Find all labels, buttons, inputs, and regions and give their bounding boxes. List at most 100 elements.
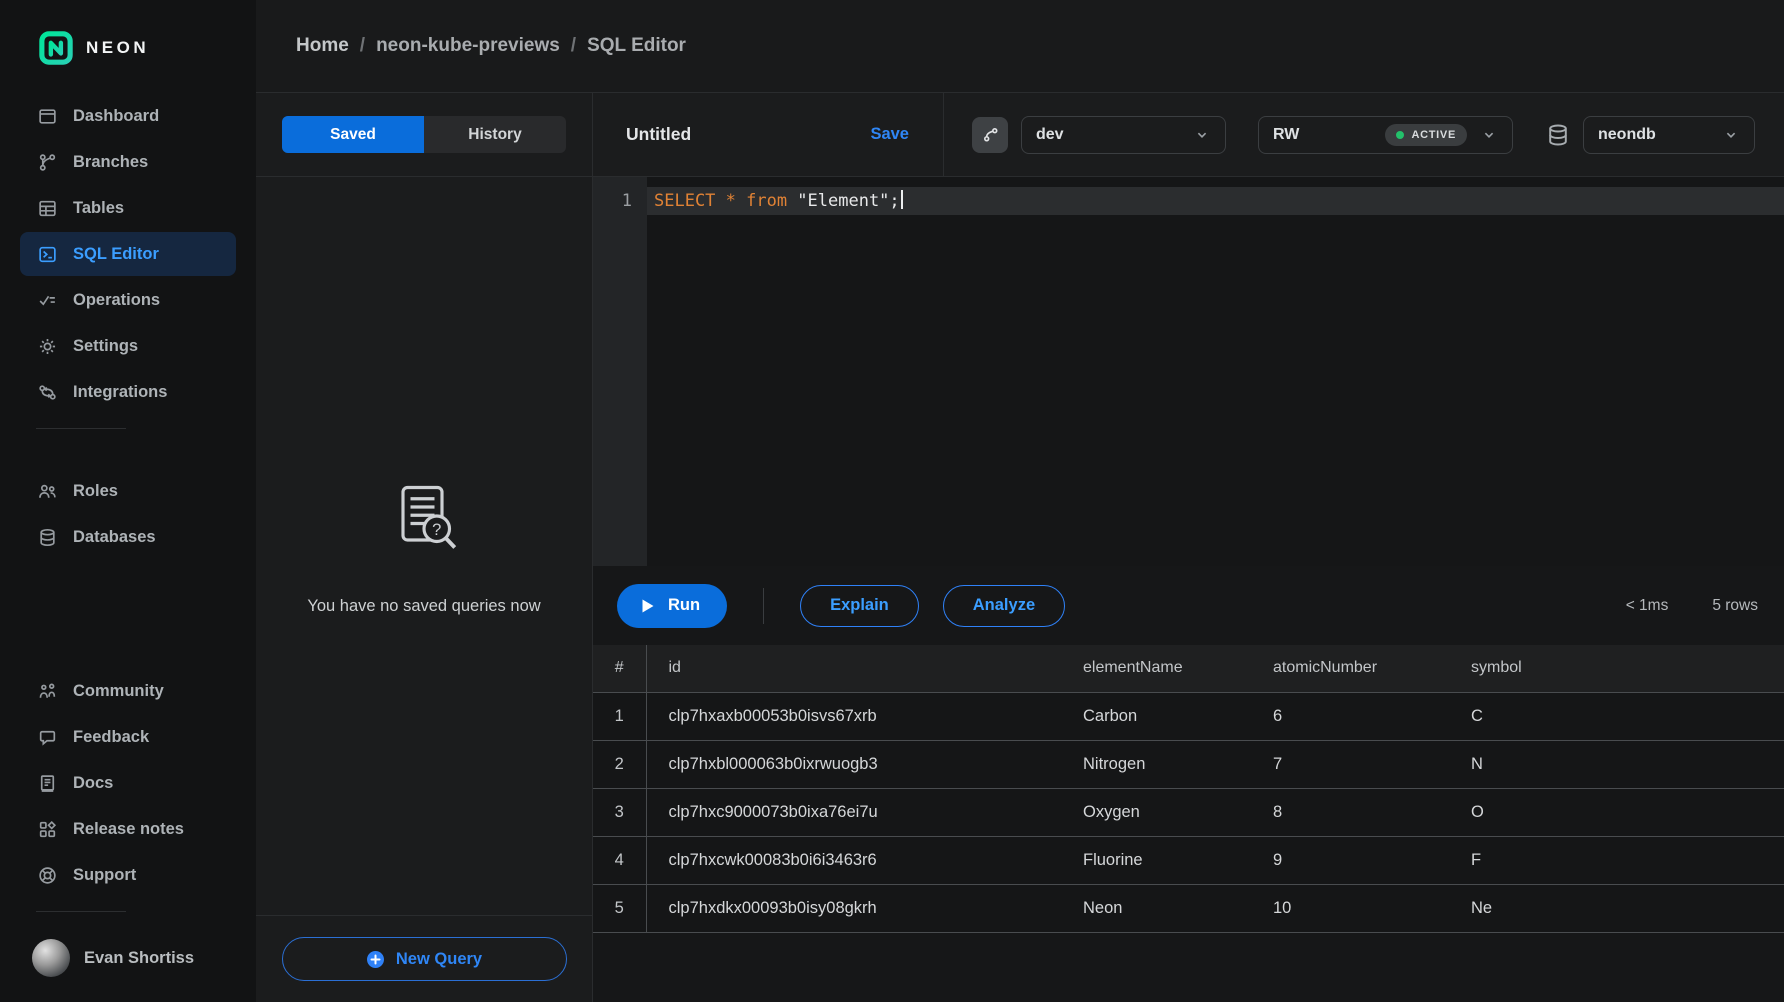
queries-panel-header: Saved History bbox=[256, 93, 592, 177]
queries-panel-footer: New Query bbox=[256, 915, 592, 1002]
table-cell: C bbox=[1449, 692, 1784, 740]
save-query-button[interactable]: Save bbox=[870, 125, 909, 144]
empty-queries-message: You have no saved queries now bbox=[307, 597, 540, 616]
query-title: Untitled bbox=[626, 124, 691, 145]
workspace: Saved History ? You have no bbox=[256, 93, 1784, 1002]
sql-string: "Element"; bbox=[797, 191, 899, 211]
operations-icon bbox=[37, 290, 58, 311]
sql-editor-surface[interactable]: 1 SELECT * from "Element"; bbox=[593, 177, 1784, 566]
sidebar-item-label: Databases bbox=[73, 528, 156, 547]
database-select[interactable]: neondb bbox=[1583, 116, 1755, 154]
table-cell: 5 bbox=[593, 884, 646, 932]
table-row: 2clp7hxbl000063b0ixrwuogb3Nitrogen7N bbox=[593, 740, 1784, 788]
empty-queries-icon: ? bbox=[382, 477, 466, 561]
status-label: ACTIVE bbox=[1411, 129, 1456, 141]
run-toolbar: Run Explain Analyze < 1ms 5 rows bbox=[593, 566, 1784, 645]
neon-logo-icon bbox=[38, 30, 74, 66]
breadcrumb-separator: / bbox=[571, 35, 576, 57]
sidebar-item-feedback[interactable]: Feedback bbox=[20, 715, 236, 759]
roles-icon bbox=[37, 481, 58, 502]
code-line: SELECT * from "Element"; bbox=[654, 187, 1784, 215]
sidebar-item-label: Dashboard bbox=[73, 107, 159, 126]
tab-saved[interactable]: Saved bbox=[282, 116, 424, 153]
sidebar-item-integrations[interactable]: Integrations bbox=[20, 370, 236, 414]
sidebar-item-label: Branches bbox=[73, 153, 148, 172]
column-header: # bbox=[593, 645, 646, 692]
breadcrumb-current-page: SQL Editor bbox=[587, 35, 686, 57]
databases-icon bbox=[37, 527, 58, 548]
text-cursor bbox=[901, 190, 903, 209]
avatar bbox=[32, 939, 70, 977]
results-body: 1clp7hxaxb00053b0isvs67xrbCarbon6C2clp7h… bbox=[593, 692, 1784, 932]
play-icon bbox=[640, 598, 655, 614]
sidebar-item-operations[interactable]: Operations bbox=[20, 278, 236, 322]
sidebar-item-settings[interactable]: Settings bbox=[20, 324, 236, 368]
sidebar-item-label: SQL Editor bbox=[73, 245, 159, 264]
queries-panel: Saved History ? You have no bbox=[256, 93, 593, 1002]
query-row-count: 5 rows bbox=[1712, 597, 1758, 615]
sidebar-item-community[interactable]: Community bbox=[20, 669, 236, 713]
sidebar-nav-secondary: Roles Databases bbox=[20, 469, 236, 561]
code-area[interactable]: SELECT * from "Element"; bbox=[647, 177, 1784, 566]
sidebar-item-tables[interactable]: Tables bbox=[20, 186, 236, 230]
table-cell: Nitrogen bbox=[1061, 740, 1251, 788]
explain-button[interactable]: Explain bbox=[800, 585, 919, 627]
queries-tabs: Saved History bbox=[282, 116, 566, 153]
database-select-value: neondb bbox=[1598, 126, 1656, 144]
sidebar-nav-footer: Community Feedback Docs Release notes Su… bbox=[20, 669, 236, 899]
branch-chip[interactable] bbox=[972, 117, 1008, 153]
sidebar-item-dashboard[interactable]: Dashboard bbox=[20, 94, 236, 138]
branch-select[interactable]: dev bbox=[1021, 116, 1226, 154]
topbar: Home / neon-kube-previews / SQL Editor bbox=[256, 0, 1784, 93]
brand[interactable]: NEON bbox=[0, 0, 256, 66]
gear-icon bbox=[37, 336, 58, 357]
table-cell: Neon bbox=[1061, 884, 1251, 932]
editor-header: Untitled Save dev RW bbox=[593, 93, 1784, 177]
table-cell: clp7hxdkx00093b0isy08gkrh bbox=[646, 884, 1061, 932]
column-header: id bbox=[646, 645, 1061, 692]
compute-select[interactable]: RW ACTIVE bbox=[1258, 116, 1513, 154]
table-cell: N bbox=[1449, 740, 1784, 788]
new-query-label: New Query bbox=[396, 950, 482, 969]
sidebar-item-label: Community bbox=[73, 682, 164, 701]
sidebar-item-sql-editor[interactable]: SQL Editor bbox=[20, 232, 236, 276]
query-status: < 1ms 5 rows bbox=[1626, 597, 1758, 615]
breadcrumb-project-link[interactable]: neon-kube-previews bbox=[376, 35, 560, 57]
analyze-button[interactable]: Analyze bbox=[943, 585, 1065, 627]
sidebar-item-docs[interactable]: Docs bbox=[20, 761, 236, 805]
table-cell: O bbox=[1449, 788, 1784, 836]
empty-state: ? You have no saved queries now bbox=[256, 177, 592, 915]
sidebar-item-support[interactable]: Support bbox=[20, 853, 236, 897]
table-cell: 2 bbox=[593, 740, 646, 788]
sidebar-item-databases[interactable]: Databases bbox=[20, 515, 236, 559]
table-row: 5clp7hxdkx00093b0isy08gkrhNeon10Ne bbox=[593, 884, 1784, 932]
neon-console-window: NEON Dashboard Branches Tables SQL Edito… bbox=[0, 0, 1784, 1002]
branches-icon bbox=[37, 152, 58, 173]
sidebar-item-label: Operations bbox=[73, 291, 160, 310]
user-menu[interactable]: Evan Shortiss bbox=[20, 936, 236, 980]
dashboard-icon bbox=[37, 106, 58, 127]
editor-gutter: 1 bbox=[593, 177, 647, 566]
brand-name: NEON bbox=[86, 38, 149, 58]
breadcrumb-home-link[interactable]: Home bbox=[296, 35, 349, 57]
sidebar-divider bbox=[36, 428, 126, 429]
sidebar: NEON Dashboard Branches Tables SQL Edito… bbox=[0, 0, 256, 1002]
feedback-icon bbox=[37, 727, 58, 748]
svg-text:?: ? bbox=[432, 520, 441, 538]
run-button[interactable]: Run bbox=[617, 584, 727, 628]
tab-history[interactable]: History bbox=[424, 116, 566, 153]
table-cell: 3 bbox=[593, 788, 646, 836]
results-table: #idelementNameatomicNumbersymbol 1clp7hx… bbox=[593, 645, 1784, 933]
column-header: symbol bbox=[1449, 645, 1784, 692]
new-query-button[interactable]: New Query bbox=[282, 937, 567, 981]
sql-keyword: SELECT * from bbox=[654, 191, 797, 211]
sidebar-divider bbox=[36, 911, 126, 912]
sidebar-nav-main: Dashboard Branches Tables SQL Editor Ope… bbox=[20, 94, 236, 416]
table-cell: 9 bbox=[1251, 836, 1449, 884]
sidebar-item-roles[interactable]: Roles bbox=[20, 469, 236, 513]
sidebar-item-branches[interactable]: Branches bbox=[20, 140, 236, 184]
sidebar-spacer bbox=[0, 561, 256, 669]
sidebar-item-release-notes[interactable]: Release notes bbox=[20, 807, 236, 851]
table-row: 3clp7hxc9000073b0ixa76ei7uOxygen8O bbox=[593, 788, 1784, 836]
table-cell: clp7hxcwk00083b0i6i3463r6 bbox=[646, 836, 1061, 884]
